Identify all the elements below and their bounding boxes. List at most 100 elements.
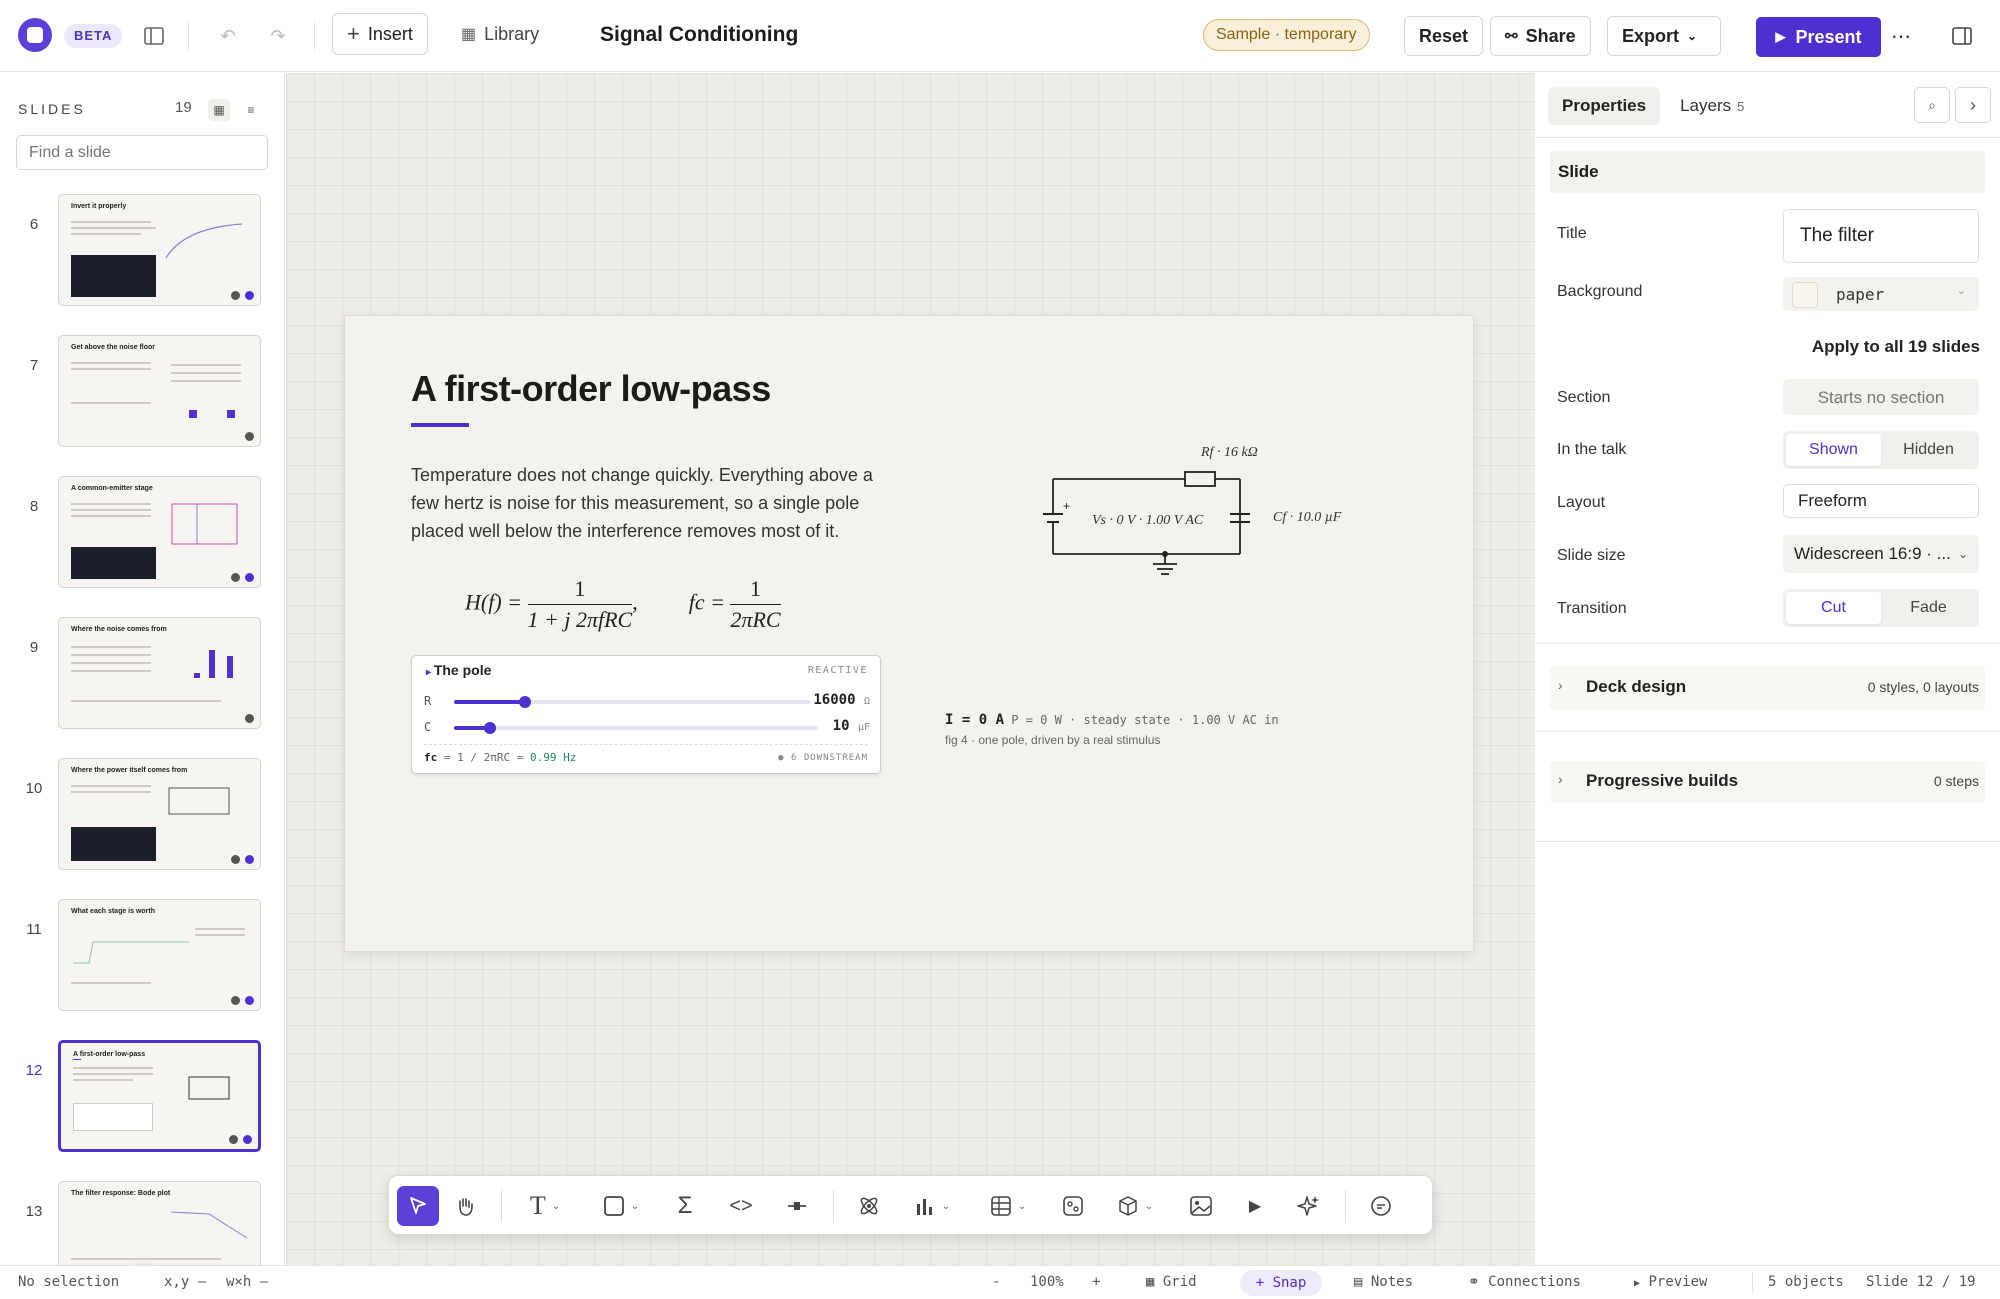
code-icon[interactable]: <> <box>719 1186 763 1226</box>
find-slide-input[interactable] <box>16 135 268 170</box>
slide-thumbnail-row[interactable]: 12 A first-order low-pass <box>0 1040 284 1155</box>
slide[interactable]: A first-order low-pass Temperature does … <box>344 315 1474 952</box>
export-button[interactable]: Export ⌄ <box>1607 16 1721 56</box>
insert-button[interactable]: + Insert <box>332 13 428 55</box>
layout-select[interactable]: Freeform <box>1783 484 1979 518</box>
slide-number: 10 <box>25 780 43 797</box>
app-logo[interactable] <box>18 18 52 52</box>
title-input[interactable]: The filter <box>1783 209 1979 263</box>
chevron-right-icon[interactable]: › <box>1955 87 1991 123</box>
slide-thumbnail-row[interactable]: 9 Where the noise comes from <box>0 617 284 732</box>
slide-thumbnail[interactable]: Invert it properly <box>58 194 261 306</box>
preview-toggle[interactable]: ▶ Preview <box>1634 1274 1707 1290</box>
slide-thumbnail-row[interactable]: 13 The filter response: Bode plot <box>0 1181 284 1265</box>
layers-count: 5 <box>1737 99 1745 114</box>
cut-option[interactable]: Cut <box>1786 592 1881 624</box>
play-media-icon[interactable]: ▶ <box>1235 1186 1275 1226</box>
tab-layers-label: Layers <box>1680 96 1732 115</box>
atom-icon[interactable] <box>847 1186 891 1226</box>
slide-thumbnail[interactable]: What each stage is worth <box>58 899 261 1011</box>
slide-title[interactable]: A first-order low-pass <box>411 368 771 410</box>
sigma-icon[interactable]: Σ <box>665 1186 705 1226</box>
hidden-option[interactable]: Hidden <box>1881 434 1976 466</box>
apply-to-all-button[interactable]: Apply to all 19 slides <box>1812 337 1980 357</box>
hand-tool-icon[interactable] <box>445 1186 485 1226</box>
eq-num: 1 <box>527 576 633 605</box>
connections-toggle[interactable]: ⚭ Connections <box>1468 1274 1581 1290</box>
ai-sparkle-icon[interactable] <box>1287 1186 1331 1226</box>
slide-body-text[interactable]: Temperature does not change quickly. Eve… <box>411 461 891 545</box>
c-slider-handle[interactable] <box>484 722 496 734</box>
share-icon: ⚯ <box>1505 28 1518 45</box>
progressive-builds-accordion[interactable]: › Progressive builds 0 steps <box>1550 761 1985 803</box>
zoom-level[interactable]: 100% <box>1030 1274 1064 1290</box>
slide-thumbnail[interactable]: Get above the noise floor <box>58 335 261 447</box>
search-icon[interactable]: ⌕ <box>1914 87 1950 123</box>
circuit-diagram[interactable]: Rf · 16 kΩ + Vs · 0 V · 1.00 V AC Cf · 1… <box>1005 434 1365 584</box>
fade-option[interactable]: Fade <box>1881 592 1976 624</box>
cube-3d-icon[interactable]: ⌄ <box>1107 1186 1163 1226</box>
chart-icon[interactable]: ⌄ <box>903 1186 961 1226</box>
redo-icon[interactable]: ↷ <box>264 22 292 50</box>
share-button[interactable]: ⚯ Share <box>1490 16 1591 56</box>
slides-count: 19 <box>175 99 192 116</box>
slide-thumbnail[interactable]: Where the noise comes from <box>58 617 261 729</box>
select-tool-icon[interactable] <box>397 1186 439 1226</box>
canvas[interactable]: A first-order low-pass Temperature does … <box>286 73 1535 1265</box>
r-slider-handle[interactable] <box>519 696 531 708</box>
image-icon[interactable] <box>1181 1186 1221 1226</box>
grid-view-icon[interactable]: ▦ <box>208 99 230 121</box>
status-bar: No selection x,y — w×h — - 100% + ▦ Grid… <box>0 1265 2000 1299</box>
list-view-icon[interactable]: ≡ <box>240 99 262 121</box>
widget-icon[interactable] <box>1053 1186 1093 1226</box>
present-button[interactable]: ▶ Present <box>1756 17 1881 57</box>
comment-icon[interactable] <box>1359 1186 1403 1226</box>
pole-widget[interactable]: ▸ The pole REACTIVE R 16000 Ω C 10 µF fc… <box>411 655 881 774</box>
slide-number: 13 <box>25 1203 43 1220</box>
slide-size-label: Slide size <box>1557 547 1626 564</box>
deck-design-accordion[interactable]: › Deck design 0 styles, 0 layouts <box>1550 667 1985 709</box>
slide-thumbnail-row[interactable]: 6 Invert it properly <box>0 194 284 309</box>
thumb-title: Where the noise comes from <box>71 626 167 633</box>
slide-thumbnail-row[interactable]: 10 Where the power itself comes from <box>0 758 284 873</box>
slide-size-select[interactable]: Widescreen 16:9 · ... ⌄ <box>1783 535 1979 573</box>
pole-title-text: The pole <box>433 662 492 678</box>
text-tool-icon[interactable]: T ⌄ <box>517 1186 573 1226</box>
document-title[interactable]: Signal Conditioning <box>600 23 798 47</box>
collapse-icon[interactable]: ▸ <box>426 667 434 678</box>
undo-icon[interactable]: ↶ <box>214 22 242 50</box>
background-select[interactable]: paper ⌄ <box>1783 277 1979 311</box>
shown-option[interactable]: Shown <box>1786 434 1881 466</box>
c-slider-track[interactable] <box>454 726 818 730</box>
tab-properties[interactable]: Properties <box>1548 87 1661 125</box>
slide-thumbnail-row[interactable]: 7 Get above the noise floor <box>0 335 284 450</box>
source-label: Vs · 0 V · 1.00 V AC <box>1092 513 1204 528</box>
slide-thumbnail-active[interactable]: A first-order low-pass <box>58 1040 261 1152</box>
snap-toggle[interactable]: + Snap <box>1240 1270 1322 1296</box>
slide-thumbnail[interactable]: The filter response: Bode plot <box>58 1181 261 1265</box>
background-label: Background <box>1557 283 1643 300</box>
tab-layers[interactable]: Layers 5 <box>1666 87 1758 125</box>
shape-tool-icon[interactable]: ⌄ <box>593 1186 649 1226</box>
title-accent-bar <box>411 423 469 427</box>
more-options-icon[interactable]: ⋯ <box>1887 22 1915 50</box>
slide-thumbnail[interactable]: Where the power itself comes from <box>58 758 261 870</box>
r-unit: Ω <box>863 696 870 707</box>
reset-button[interactable]: Reset <box>1404 16 1484 56</box>
selection-status: No selection <box>18 1274 120 1290</box>
connector-icon[interactable] <box>777 1186 817 1226</box>
zoom-out-button[interactable]: - <box>992 1274 1000 1290</box>
slide-thumbnail-row[interactable]: 11 What each stage is worth <box>0 899 284 1014</box>
table-icon[interactable]: ⌄ <box>979 1186 1037 1226</box>
chevron-down-icon: ⌄ <box>1017 1200 1027 1212</box>
slide-thumbnail[interactable]: A common-emitter stage <box>58 476 261 588</box>
zoom-in-button[interactable]: + <box>1092 1274 1100 1290</box>
sidebar-toggle-icon[interactable] <box>140 22 168 50</box>
slide-thumbnail-row[interactable]: 8 A common-emitter stage <box>0 476 284 591</box>
transfer-function-equation[interactable]: H(f) = 11 + j 2πfRC, fc = 1 2πRC <box>465 576 781 633</box>
section-select[interactable]: Starts no section <box>1783 379 1979 415</box>
right-panel-toggle-icon[interactable] <box>1948 22 1976 50</box>
library-button[interactable]: ▦ Library <box>446 13 555 55</box>
grid-toggle[interactable]: ▦ Grid <box>1146 1274 1197 1290</box>
notes-toggle[interactable]: ▤ Notes <box>1354 1274 1413 1290</box>
